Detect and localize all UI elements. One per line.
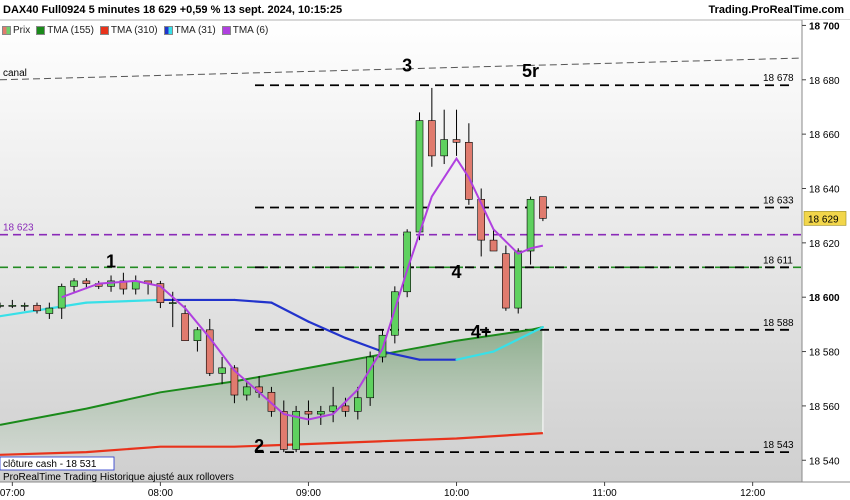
candle: [465, 141, 473, 200]
candle: [514, 250, 523, 309]
tma310-swatch-icon: [99, 25, 109, 35]
candle: [168, 302, 177, 304]
candle: [181, 313, 189, 341]
chart-title: DAX40 Full0924 5 minutes 18 629 +0,59 % …: [3, 4, 342, 16]
candle: [82, 280, 91, 284]
candle: [354, 397, 362, 412]
brand-label: Trading.ProRealTime.com: [708, 4, 844, 16]
candle: [489, 239, 498, 252]
wave-label: 2: [254, 436, 264, 456]
tma6-swatch-icon: [221, 25, 231, 35]
candle: [428, 120, 436, 157]
last-price-label: 18 629: [808, 214, 839, 225]
candle: [316, 411, 325, 415]
legend-label: TMA (31): [174, 24, 216, 36]
legend-item-tma310[interactable]: TMA (310): [99, 23, 158, 37]
instrument-title: DAX40 Full0924 5 minutes 18 629 +0,59 % …: [3, 4, 343, 16]
wave-label: 4+: [471, 322, 492, 342]
x-tick-label: 11:00: [592, 488, 617, 499]
candle: [8, 305, 17, 307]
candle: [70, 280, 78, 287]
channel-label: canal: [3, 68, 27, 79]
y-tick-label: 18 560: [809, 402, 840, 413]
candle: [242, 386, 251, 396]
candle: [391, 291, 399, 336]
legend-label: TMA (310): [110, 24, 158, 36]
candle: [279, 411, 288, 450]
close-cash-label: clôture cash - 18 531: [3, 459, 97, 470]
wave-label: 4: [452, 262, 462, 282]
y-tick-label: 18 540: [809, 456, 840, 467]
x-tick-label: 07:00: [0, 488, 25, 499]
wave-label: 5r: [522, 61, 539, 81]
level-label: 18 611: [763, 255, 793, 266]
candle: [218, 367, 226, 374]
candle: [526, 199, 535, 252]
x-tick-label: 09:00: [296, 488, 321, 499]
y-tick-label: 18 580: [809, 348, 840, 359]
level-label: 18 633: [763, 196, 794, 207]
y-tick-label: 18 700: [809, 21, 840, 32]
candle: [20, 305, 29, 307]
x-axis-panel: [0, 482, 850, 500]
legend-label: Prix: [13, 24, 31, 36]
legend-label: TMA (155): [47, 24, 94, 36]
candle: [366, 356, 374, 399]
legend-item-tma155[interactable]: TMA (155): [36, 23, 94, 37]
candle: [341, 405, 350, 412]
candle: [440, 139, 448, 157]
candle: [502, 253, 510, 309]
y-tick-label: 18 620: [809, 239, 840, 250]
level-label: 18 588: [763, 318, 794, 329]
x-tick-label: 08:00: [148, 488, 173, 499]
y-tick-label: 18 680: [809, 76, 840, 87]
candle: [193, 329, 202, 341]
candle: [0, 305, 4, 307]
tma31-swatch-icon: [163, 25, 173, 35]
price-swatch-icon: [2, 25, 11, 35]
y-tick-label: 18 600: [809, 293, 840, 304]
candle: [33, 305, 41, 312]
reference-line-label: 18 623: [3, 223, 34, 234]
legend-label: TMA (6): [232, 24, 269, 36]
candle: [539, 196, 547, 219]
level-label: 18 678: [763, 73, 794, 84]
legend-item-tma31[interactable]: TMA (31): [163, 23, 216, 37]
tma155-swatch-icon: [36, 25, 46, 35]
indicator-legend: Prix TMA (155) TMA (310) TMA (31) TMA (6…: [2, 23, 268, 37]
x-tick-label: 12:00: [740, 488, 765, 499]
level-label: 18 543: [763, 440, 794, 451]
legend-item-tma6[interactable]: TMA (6): [221, 23, 269, 37]
price-chart[interactable]: canal 18 623 18 678 18 633 18 611 18 588 18 54…: [0, 0, 850, 500]
candle: [304, 411, 313, 415]
wave-label: 3: [402, 56, 412, 76]
legend-item-price[interactable]: Prix: [2, 23, 30, 37]
y-tick-label: 18 640: [809, 184, 840, 195]
historical-note: ProRealTime Trading Historique ajusté au…: [3, 472, 234, 483]
wave-label: 1: [106, 251, 116, 271]
x-tick-label: 10:00: [444, 488, 469, 499]
y-tick-label: 18 660: [809, 130, 840, 141]
candle: [415, 120, 424, 233]
candle: [45, 307, 54, 314]
candle: [452, 139, 461, 143]
